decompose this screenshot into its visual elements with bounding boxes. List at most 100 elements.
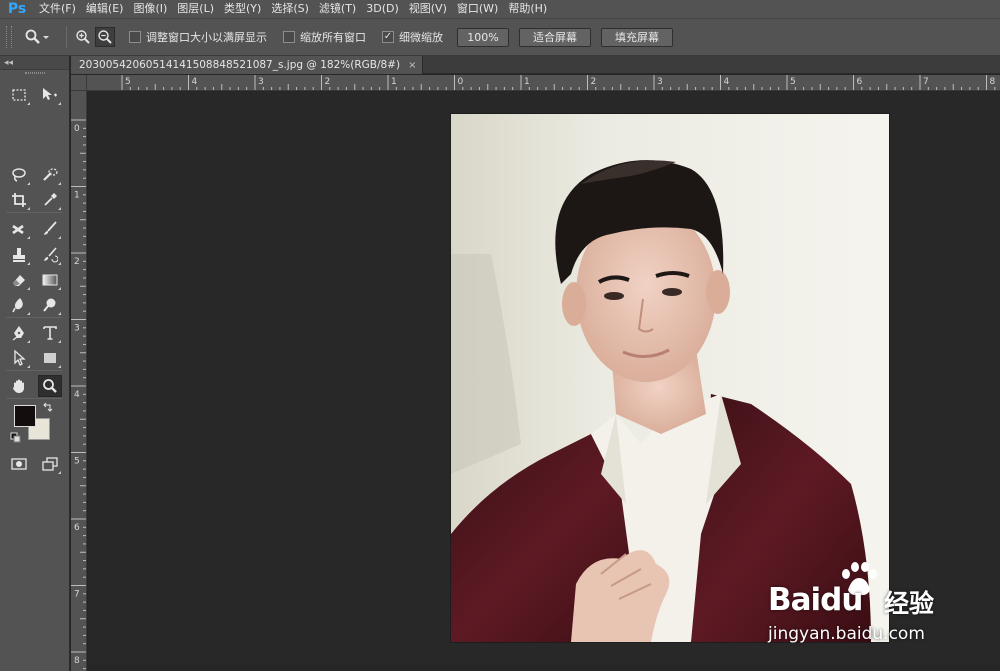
menu-layer[interactable]: 图层(L) [172,0,219,18]
ruler-label: 6 [857,77,863,87]
menu-select[interactable]: 选择(S) [266,0,314,18]
tools-panel-grip[interactable] [25,72,45,74]
history-brush-tool[interactable] [38,244,62,266]
resize-windows-label: 调整窗口大小以满屏显示 [146,31,267,44]
eyedropper-icon [44,193,57,206]
zoom-out-icon [98,30,112,44]
default-colors-icon[interactable] [10,432,21,446]
document-tab[interactable]: 20300542060514141508848521087_s.jpg @ 18… [71,56,423,74]
lasso-icon [12,168,26,182]
eraser-tool[interactable] [7,269,31,291]
screen-mode-tool[interactable] [38,453,62,475]
bottom-scroll-area [88,665,1000,671]
path-selection-tool[interactable] [7,347,31,369]
zoom-tool[interactable] [38,375,62,397]
lasso-tool[interactable] [7,164,31,186]
watermark-logo-text: Baidu [768,582,863,618]
collapse-panel-icon[interactable]: ◂◂ [4,56,13,70]
clone-stamp-tool[interactable] [7,244,31,266]
zoom-all-windows-checkbox[interactable] [283,31,295,43]
scrubby-zoom-checkbox[interactable]: ✓ [382,31,394,43]
blur-tool[interactable] [7,294,31,316]
rect-marquee-icon [12,89,26,101]
crop-tool[interactable] [7,189,31,211]
ruler-label: 4 [74,390,80,400]
ruler-origin[interactable] [71,75,87,91]
resize-windows-checkbox[interactable] [129,31,141,43]
zoom-all-windows-label: 缩放所有窗口 [300,31,366,44]
hand-tool[interactable] [7,375,31,397]
ruler-label: 2 [325,77,331,87]
ruler-label: 4 [724,77,730,87]
tools-divider [6,317,62,318]
gradient-tool[interactable] [38,269,62,291]
quick-select-tool[interactable] [38,164,62,186]
zoom-in-icon [76,30,90,44]
horizontal-ruler[interactable]: 5 4 3 2 1 0 1 2 3 4 5 6 7 8 [87,75,1000,91]
document-tab-title: 20300542060514141508848521087_s.jpg @ 18… [79,59,401,71]
ruler-label: 5 [790,77,796,87]
ruler-label: 7 [74,590,80,600]
ruler-label: 8 [74,656,80,666]
ruler-label: 1 [74,191,80,201]
dodge-tool[interactable] [38,294,62,316]
tools-divider [6,212,62,213]
ruler-label: 1 [524,77,530,87]
swap-colors-icon[interactable] [42,402,53,416]
magnifier-icon [43,379,57,393]
zoom-in-button[interactable] [73,27,93,47]
menu-edit[interactable]: 编辑(E) [81,0,129,18]
menu-image[interactable]: 图像(I) [128,0,172,18]
arrow-pointer-icon [14,350,26,366]
ruler-label: 2 [74,257,80,267]
scrubby-zoom-option[interactable]: ✓ 细微缩放 [382,29,443,45]
menu-filter[interactable]: 滤镜(T) [314,0,361,18]
tools-panel: ◂◂ [0,56,70,671]
brush-tool[interactable] [38,218,62,240]
menu-3d[interactable]: 3D(D) [361,0,404,18]
ruler-label: 3 [258,77,264,87]
rectangle-shape-icon [44,353,56,363]
zoom-100-button[interactable]: 100% [457,27,509,47]
move-tool[interactable] [38,84,62,106]
shape-tool[interactable] [38,347,62,369]
ruler-label: 0 [74,124,80,134]
fit-screen-button[interactable]: 适合屏幕 [519,27,591,47]
eyedropper-tool[interactable] [38,189,62,211]
dodge-icon [43,298,56,312]
ruler-label: 6 [74,523,80,533]
type-t-icon [43,326,57,340]
foreground-color-swatch[interactable] [14,405,36,427]
ruler-label: 5 [125,77,131,87]
tools-divider [6,398,62,399]
tool-preset-picker[interactable] [24,28,60,46]
chevron-down-icon [43,36,49,39]
close-tab-icon[interactable]: × [408,60,416,71]
fill-screen-button[interactable]: 填充屏幕 [601,27,673,47]
resize-windows-option[interactable]: 调整窗口大小以满屏显示 [129,29,267,45]
healing-brush-tool[interactable] [7,218,31,240]
ruler-label: 1 [391,77,397,87]
zoom-all-windows-option[interactable]: 缩放所有窗口 [283,29,366,45]
menu-file[interactable]: 文件(F) [34,0,81,18]
zoom-out-button[interactable] [95,27,115,47]
move-icon [43,88,57,100]
menu-help[interactable]: 帮助(H) [503,0,552,18]
stamp-icon [13,248,25,262]
quick-mask-tool[interactable] [7,453,31,475]
divider [66,26,67,48]
type-tool[interactable] [38,322,62,344]
vertical-ruler[interactable]: 0 1 2 3 4 5 6 7 8 [71,91,87,671]
quick-select-icon [43,168,58,181]
photoshop-window: Ps 文件(F) 编辑(E) 图像(I) 图层(L) 类型(Y) 选择(S) 滤… [0,0,1000,671]
ruler-label: 0 [458,77,464,87]
menu-view[interactable]: 视图(V) [404,0,452,18]
marquee-tool[interactable] [7,84,31,106]
history-brush-icon [44,247,58,263]
pen-tool[interactable] [7,322,31,344]
options-bar: 调整窗口大小以满屏显示 缩放所有窗口 ✓ 细微缩放 100% 适合屏幕 填充屏幕 [0,18,1000,56]
menu-window[interactable]: 窗口(W) [452,0,503,18]
menu-type[interactable]: 类型(Y) [219,0,266,18]
options-bar-grip[interactable] [6,26,12,48]
app-logo: Ps [7,1,27,17]
